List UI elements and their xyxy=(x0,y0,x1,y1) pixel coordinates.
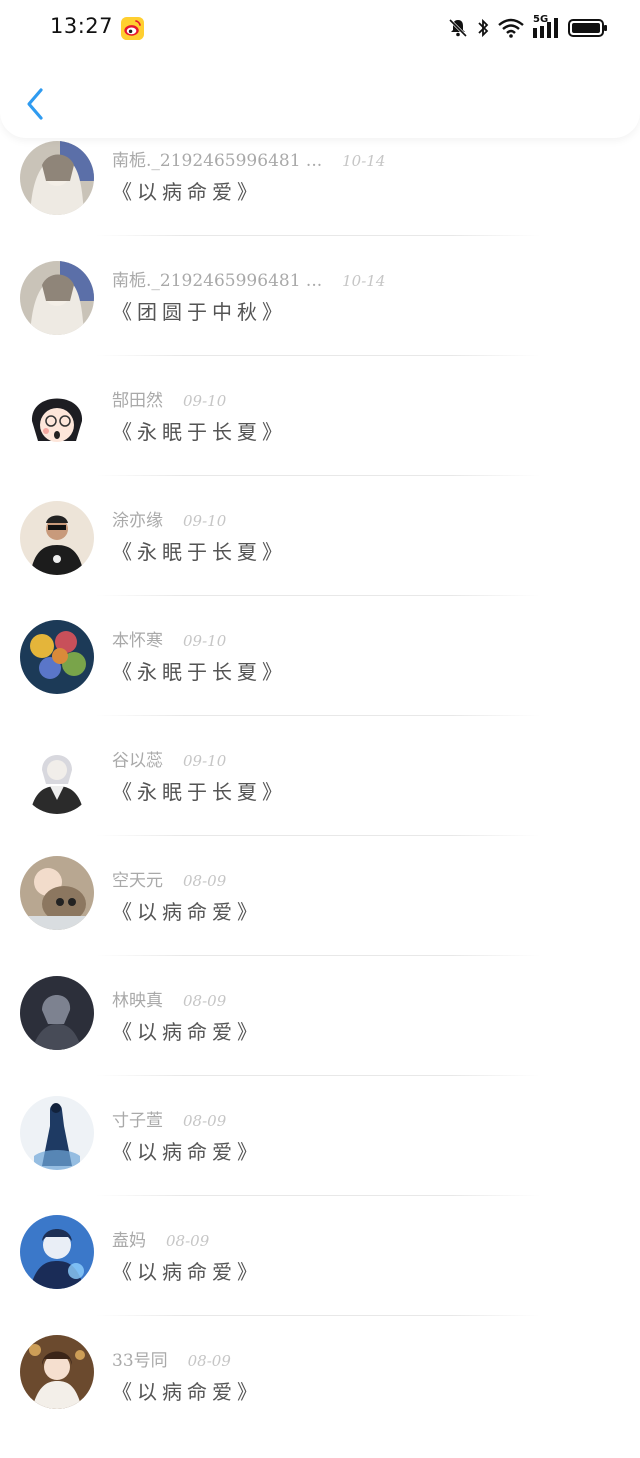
username[interactable]: 盍妈 xyxy=(112,1226,146,1251)
avatar[interactable] xyxy=(20,620,94,694)
bluetooth-icon xyxy=(476,18,490,38)
top-header: 13:27 5G xyxy=(0,0,640,138)
status-time: 13:27 xyxy=(50,14,114,38)
username[interactable]: 33号同 xyxy=(112,1346,168,1371)
work-title[interactable]: 《以病命爱》 xyxy=(112,1136,262,1165)
username[interactable]: 本怀寒 xyxy=(112,626,163,651)
list-item[interactable]: 郜田然 09-10 《永眠于长夏》 xyxy=(0,378,640,498)
status-icons: 5G xyxy=(448,14,608,41)
avatar[interactable] xyxy=(20,501,94,575)
list-item[interactable]: 寸子萱 08-09 《以病命爱》 xyxy=(0,1096,640,1218)
list-item[interactable]: 谷以蕊 09-10 《永眠于长夏》 xyxy=(0,738,640,858)
work-title[interactable]: 《团圆于中秋》 xyxy=(112,296,287,325)
battery-icon xyxy=(568,18,608,38)
list-item[interactable]: 本怀寒 09-10 《永眠于长夏》 xyxy=(0,618,640,738)
list-item[interactable]: 林映真 08-09 《以病命爱》 xyxy=(0,976,640,1098)
divider xyxy=(96,955,540,956)
username[interactable]: 寸子萱 xyxy=(112,1106,163,1131)
work-title[interactable]: 《以病命爱》 xyxy=(112,1016,262,1045)
avatar[interactable] xyxy=(20,856,94,930)
date: 09-10 xyxy=(183,632,227,650)
work-title[interactable]: 《以病命爱》 xyxy=(112,176,262,205)
chevron-left-icon xyxy=(27,88,43,120)
username[interactable]: 郜田然 xyxy=(112,386,163,411)
divider xyxy=(96,1075,540,1076)
item-meta: 本怀寒 09-10 xyxy=(112,626,226,651)
date: 08-09 xyxy=(183,872,227,890)
weibo-icon xyxy=(121,17,144,40)
username[interactable]: 空天元 xyxy=(112,866,163,891)
avatar[interactable] xyxy=(20,141,94,215)
username[interactable]: 南栀._2192465996481 ... xyxy=(112,146,322,171)
username[interactable]: 林映真 xyxy=(112,986,163,1011)
work-title[interactable]: 《永眠于长夏》 xyxy=(112,416,287,445)
avatar[interactable] xyxy=(20,1096,94,1170)
divider xyxy=(96,475,540,476)
date: 08-09 xyxy=(166,1232,210,1250)
divider xyxy=(96,835,540,836)
avatar[interactable] xyxy=(20,1335,94,1409)
work-title[interactable]: 《永眠于长夏》 xyxy=(112,776,287,805)
item-meta: 郜田然 09-10 xyxy=(112,386,226,411)
avatar[interactable] xyxy=(20,1215,94,1289)
work-title[interactable]: 《以病命爱》 xyxy=(112,1376,262,1405)
divider xyxy=(96,595,540,596)
list-item[interactable]: 涂亦缘 09-10 《永眠于长夏》 xyxy=(0,498,640,618)
divider xyxy=(96,235,540,236)
username[interactable]: 涂亦缘 xyxy=(112,506,163,531)
list-item[interactable]: 空天元 08-09 《以病命爱》 xyxy=(0,856,640,978)
date: 09-10 xyxy=(183,752,227,770)
divider xyxy=(96,1315,540,1316)
back-button[interactable] xyxy=(22,84,48,124)
date: 09-10 xyxy=(183,512,227,530)
list-item[interactable]: 南栀._2192465996481 ... 10-14 《团圆于中秋》 xyxy=(0,258,640,378)
signal-icon: 5G xyxy=(532,14,560,40)
date: 08-09 xyxy=(187,1352,231,1370)
item-meta: 谷以蕊 09-10 xyxy=(112,746,226,771)
avatar[interactable] xyxy=(20,381,94,455)
divider xyxy=(96,1195,540,1196)
work-title[interactable]: 《以病命爱》 xyxy=(112,1256,262,1285)
date: 10-14 xyxy=(342,152,386,170)
wifi-icon xyxy=(498,18,524,38)
list-item[interactable]: 33号同 08-09 《以病命爱》 xyxy=(0,1335,640,1458)
divider xyxy=(96,715,540,716)
item-meta: 寸子萱 08-09 xyxy=(112,1106,226,1131)
date: 08-09 xyxy=(183,992,227,1010)
date: 10-14 xyxy=(342,272,386,290)
item-meta: 空天元 08-09 xyxy=(112,866,226,891)
list-item[interactable]: 南栀._2192465996481 ... 10-14 《以病命爱》 xyxy=(0,138,640,258)
item-meta: 林映真 08-09 xyxy=(112,986,226,1011)
username[interactable]: 谷以蕊 xyxy=(112,746,163,771)
date: 08-09 xyxy=(183,1112,227,1130)
avatar[interactable] xyxy=(20,740,94,814)
work-title[interactable]: 《永眠于长夏》 xyxy=(112,536,287,565)
username[interactable]: 南栀._2192465996481 ... xyxy=(112,266,322,291)
work-title[interactable]: 《永眠于长夏》 xyxy=(112,656,287,685)
date: 09-10 xyxy=(183,392,227,410)
avatar[interactable] xyxy=(20,976,94,1050)
item-meta: 南栀._2192465996481 ... 10-14 xyxy=(112,146,385,171)
mute-bell-icon xyxy=(448,18,468,38)
work-title[interactable]: 《以病命爱》 xyxy=(112,896,262,925)
network-label: 5G xyxy=(533,14,549,25)
item-meta: 盍妈 08-09 xyxy=(112,1226,209,1251)
item-meta: 涂亦缘 09-10 xyxy=(112,506,226,531)
divider xyxy=(96,355,540,356)
item-meta: 33号同 08-09 xyxy=(112,1346,231,1371)
avatar[interactable] xyxy=(20,261,94,335)
list-item[interactable]: 盍妈 08-09 《以病命爱》 xyxy=(0,1215,640,1338)
item-meta: 南栀._2192465996481 ... 10-14 xyxy=(112,266,385,291)
